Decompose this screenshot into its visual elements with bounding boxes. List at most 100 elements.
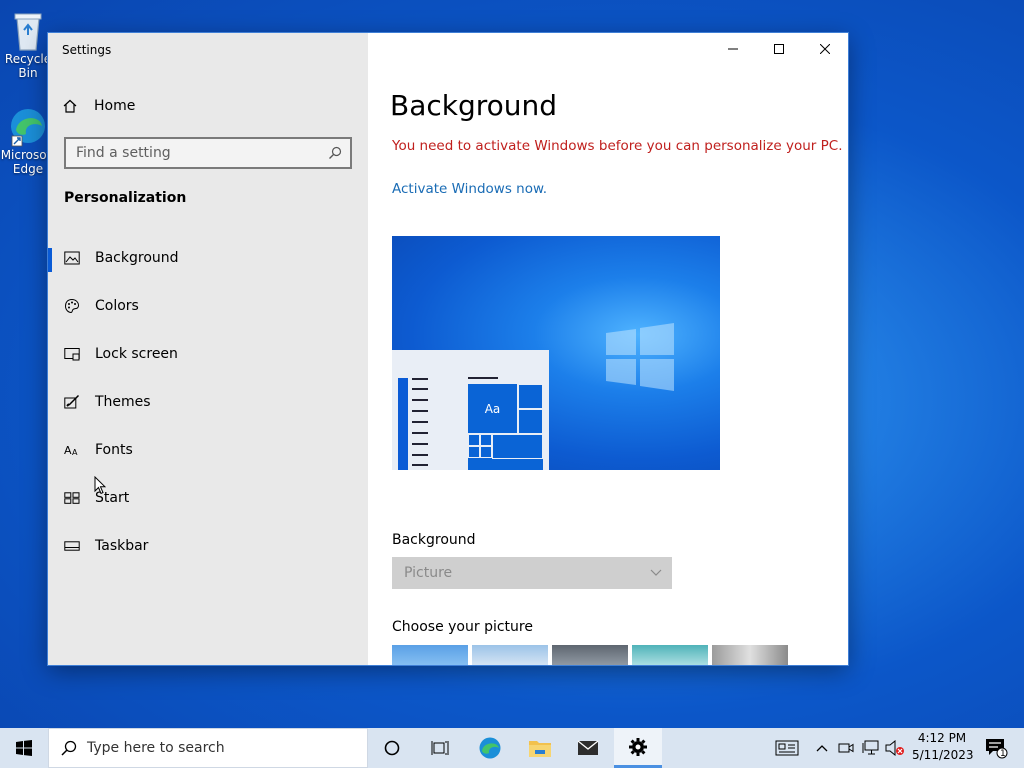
windows-logo-icon (606, 323, 674, 391)
preview-tile (480, 446, 492, 458)
tray-clock[interactable]: 4:12 PM 5/11/2023 (912, 730, 974, 764)
picture-thumbnail[interactable] (712, 645, 788, 665)
picture-thumbnail[interactable] (472, 645, 548, 665)
sidebar-item-background[interactable]: Background (48, 238, 368, 278)
preview-menu-line (412, 432, 428, 434)
preview-menu-line (412, 464, 428, 466)
background-type-value: Picture (404, 565, 453, 581)
background-preview: Aa (392, 236, 720, 470)
taskbar-search-placeholder: Type here to search (87, 740, 225, 756)
preview-menu-line (412, 410, 428, 412)
content-pane: Background You need to activate Windows … (368, 33, 848, 665)
edge-icon (479, 737, 501, 759)
task-view-icon (431, 741, 449, 755)
notification-center-button[interactable]: 1 (976, 728, 1016, 768)
background-type-select[interactable]: Picture (392, 557, 672, 589)
notification-count-badge: 1 (1000, 749, 1006, 759)
start-button[interactable] (0, 728, 48, 768)
picture-thumbnail[interactable] (552, 645, 628, 665)
cortana-icon (384, 740, 400, 756)
sidebar: Settings Home Find a setting Personaliza… (48, 33, 368, 665)
keyboard-icon (775, 740, 799, 756)
close-icon (820, 44, 830, 54)
taskbar-settings-button[interactable] (614, 728, 662, 768)
preview-menu-line (412, 454, 428, 456)
preview-tile (518, 409, 543, 434)
chevron-up-icon (816, 745, 828, 752)
svg-text:A: A (64, 444, 72, 457)
preview-tile-header (468, 377, 498, 379)
activate-windows-link[interactable]: Activate Windows now. (392, 181, 547, 197)
chevron-down-icon (650, 569, 662, 576)
sidebar-home[interactable]: Home (62, 96, 135, 116)
minimize-icon (728, 48, 738, 50)
svg-text:A: A (72, 448, 78, 457)
taskbar-search-input[interactable]: Type here to search (48, 728, 368, 768)
tray-meet-now-button[interactable] (836, 728, 856, 768)
mouse-cursor-icon (94, 476, 106, 495)
preview-menu-line (412, 443, 428, 445)
search-icon (329, 146, 342, 159)
volume-muted-icon (885, 740, 904, 756)
fonts-icon: AA (64, 442, 80, 458)
preview-menu-line (412, 378, 428, 380)
taskbar-mail-button[interactable] (566, 728, 610, 768)
preview-tile (518, 384, 543, 409)
activation-warning: You need to activate Windows before you … (392, 138, 843, 154)
taskbar-icon (64, 538, 80, 554)
window-title: Settings (62, 43, 112, 57)
sidebar-item-label: Fonts (95, 442, 133, 458)
sidebar-item-label: Taskbar (95, 538, 149, 554)
taskbar: Type here to search 4:12 PM 5/11/2023 1 (0, 728, 1024, 768)
background-type-label: Background (392, 532, 476, 548)
tray-date: 5/11/2023 (912, 748, 974, 762)
settings-window: Settings Home Find a setting Personaliza… (48, 33, 848, 665)
tray-volume-button[interactable] (884, 728, 906, 768)
preview-tiles: Aa (468, 384, 543, 470)
gear-icon (629, 737, 647, 756)
preview-tile (492, 434, 543, 459)
tray-overflow-button[interactable] (812, 728, 832, 768)
themes-icon (64, 394, 80, 410)
home-icon (63, 99, 77, 113)
sidebar-item-fonts[interactable]: AA Fonts (48, 430, 368, 470)
taskbar-file-explorer-button[interactable] (518, 728, 562, 768)
sidebar-item-colors[interactable]: Colors (48, 286, 368, 326)
sidebar-home-label: Home (94, 98, 136, 114)
meet-now-icon (838, 743, 854, 753)
preview-menu-line (412, 388, 428, 390)
search-placeholder: Find a setting (76, 145, 171, 161)
section-title: Personalization (64, 190, 187, 206)
tray-time: 4:12 PM (917, 731, 967, 745)
maximize-button[interactable] (756, 33, 802, 65)
preview-start-rail (398, 378, 408, 470)
sidebar-item-label: Themes (95, 394, 151, 410)
edge-icon (11, 109, 45, 147)
tray-keyboard-button[interactable] (772, 728, 802, 768)
sidebar-item-label: Background (95, 250, 179, 266)
search-icon (61, 740, 77, 756)
taskbar-edge-button[interactable] (468, 728, 512, 768)
search-input[interactable]: Find a setting (64, 137, 352, 169)
preview-menu-line (412, 399, 428, 401)
sidebar-item-lock-screen[interactable]: Lock screen (48, 334, 368, 374)
start-icon (64, 490, 80, 506)
windows-start-icon (16, 740, 32, 756)
preview-tile (468, 434, 480, 446)
sidebar-item-themes[interactable]: Themes (48, 382, 368, 422)
preview-tile (468, 446, 480, 458)
page-title: Background (390, 89, 558, 122)
maximize-icon (774, 44, 784, 54)
mail-icon (577, 740, 599, 755)
palette-icon (64, 298, 80, 314)
picture-thumbnail[interactable] (392, 645, 468, 665)
preview-tile (480, 434, 492, 446)
task-view-button[interactable] (418, 728, 462, 768)
minimize-button[interactable] (710, 33, 756, 65)
sidebar-item-taskbar[interactable]: Taskbar (48, 526, 368, 566)
cortana-button[interactable] (370, 728, 414, 768)
close-button[interactable] (802, 33, 848, 65)
tray-network-button[interactable] (860, 728, 882, 768)
picture-thumbnail[interactable] (632, 645, 708, 665)
sidebar-item-label: Lock screen (95, 346, 178, 362)
